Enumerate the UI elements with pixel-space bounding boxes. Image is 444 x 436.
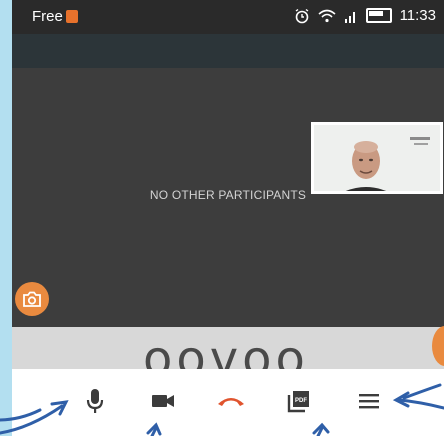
pdf-icon: PDF [287, 391, 309, 413]
self-video-preview[interactable] [311, 122, 443, 194]
menu-icon [359, 394, 379, 409]
remote-video-area: NO OTHER PARTICIPANTS [12, 68, 444, 330]
video-toggle-button[interactable] [145, 383, 181, 419]
share-pdf-button[interactable]: PDF [281, 383, 317, 419]
phone-screen: Free 11:33 NO OTHER PARTICIPANTS oovoo P… [12, 0, 444, 436]
status-bar: Free 11:33 [12, 0, 444, 34]
call-controls-bar: PDF [12, 369, 444, 436]
sim-icon [66, 10, 78, 23]
switch-camera-button[interactable] [15, 282, 49, 316]
camera-icon [23, 291, 41, 307]
microphone-icon [86, 389, 104, 413]
signal-icon [344, 11, 355, 23]
clock: 11:33 [399, 7, 436, 24]
carrier-label: Free [32, 8, 63, 25]
battery-icon [365, 8, 392, 23]
menu-button[interactable] [351, 383, 387, 419]
microphone-button[interactable] [77, 383, 113, 419]
brand-banner: oovoo [12, 327, 444, 369]
hang-up-button[interactable] [213, 383, 249, 419]
no-participants-message: NO OTHER PARTICIPANTS [149, 188, 307, 202]
svg-text:PDF: PDF [295, 398, 307, 404]
wifi-icon [318, 9, 336, 22]
status-icons: 11:33 [294, 7, 436, 24]
alarm-icon [295, 8, 308, 23]
video-camera-icon [152, 395, 174, 407]
brand-logo: oovoo [143, 331, 309, 369]
hang-up-icon [218, 398, 244, 406]
app-top-bar [12, 34, 444, 68]
self-portrait-image [314, 125, 440, 191]
